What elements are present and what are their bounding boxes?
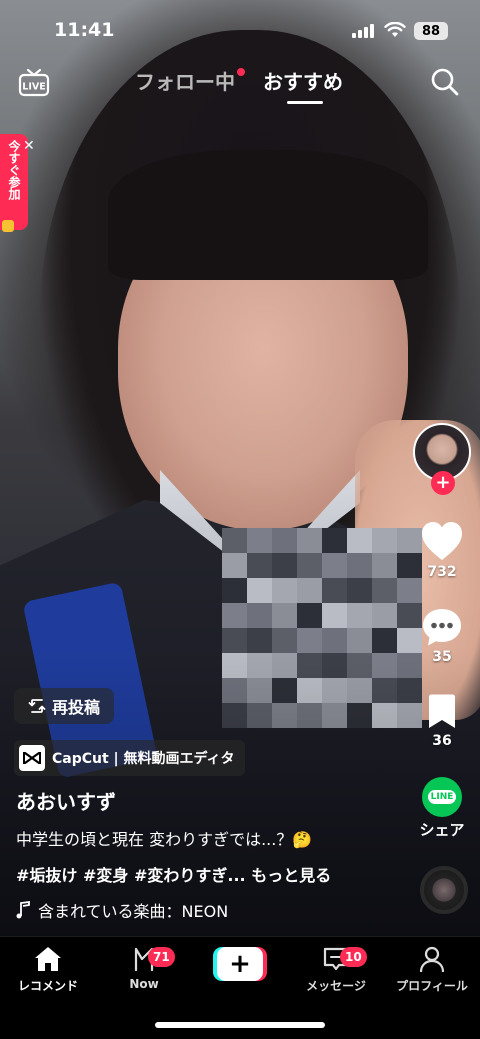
nav-home[interactable]: レコメンド [0, 945, 96, 994]
mosaic-tile [372, 578, 397, 603]
heart-icon [422, 522, 462, 560]
hashtags-line: #垢抜け #変身 #変わりすぎ... もっと見る [16, 862, 331, 886]
mosaic-tile [322, 553, 347, 578]
mosaic-tile [272, 553, 297, 578]
mosaic-tile [222, 603, 247, 628]
see-more-link[interactable]: もっと見る [251, 866, 331, 885]
mosaic-tile [397, 578, 422, 603]
plus-icon: + [217, 947, 263, 981]
tab-for-you[interactable]: おすすめ [263, 66, 343, 95]
like-button[interactable]: 732 [412, 520, 472, 580]
status-bar: 11:41 88 [0, 0, 480, 60]
comment-button[interactable]: 35 [412, 607, 472, 665]
repost-icon [28, 699, 46, 713]
battery-icon: 88 [414, 22, 448, 40]
nav-now[interactable]: Now 71 [96, 945, 192, 991]
mosaic-tile [297, 528, 322, 553]
share-line-button[interactable]: LINE [422, 777, 462, 817]
close-icon[interactable]: ✕ [23, 138, 35, 154]
cellular-signal-icon [352, 24, 374, 38]
nav-profile[interactable]: プロフィール [384, 945, 480, 994]
music-info[interactable]: 含まれている楽曲：NEON [16, 898, 228, 922]
mosaic-tile [222, 578, 247, 603]
mosaic-tile [247, 528, 272, 553]
mosaic-tile [272, 528, 297, 553]
now-badge: 71 [148, 947, 175, 967]
save-count: 36 [432, 733, 452, 749]
mosaic-tile [222, 528, 247, 553]
hashtags[interactable]: #垢抜け #変身 #変わりすぎ... [16, 866, 246, 885]
mosaic-tile [372, 603, 397, 628]
bookmark-icon [429, 694, 455, 728]
capcut-icon [19, 745, 45, 771]
music-disc-icon[interactable] [420, 866, 468, 914]
comment-icon [423, 609, 461, 646]
mosaic-tile [322, 528, 347, 553]
mosaic-tile [272, 603, 297, 628]
mosaic-tile [297, 553, 322, 578]
repost-label: 再投稿 [52, 698, 101, 717]
live-icon-text: LIVE [22, 82, 45, 93]
mosaic-tile [347, 578, 372, 603]
search-icon[interactable] [430, 67, 460, 97]
active-tab-indicator [287, 101, 323, 104]
mosaic-tile [222, 553, 247, 578]
mosaic-tile [322, 578, 347, 603]
mosaic-tile [347, 528, 372, 553]
live-icon[interactable]: LIVE [18, 66, 50, 98]
following-notification-dot [237, 68, 245, 76]
music-label: 含まれている楽曲：NEON [38, 902, 229, 921]
follow-plus-button[interactable]: + [431, 471, 455, 495]
gift-icon [2, 220, 14, 232]
capcut-label: CapCut | 無料動画エディタ [52, 751, 235, 767]
mosaic-tile [347, 553, 372, 578]
wifi-icon [384, 22, 406, 37]
caption-text: 中学生の頃と現在 変わりすぎでは...？🤔 [16, 830, 313, 849]
video-bangs-region [108, 150, 428, 280]
nav-profile-label: プロフィール [396, 979, 468, 993]
mosaic-tile [247, 553, 272, 578]
tab-following[interactable]: フォロー中 [135, 66, 235, 95]
music-note-icon [16, 901, 30, 919]
save-button[interactable]: 36 [412, 693, 472, 749]
create-button[interactable]: + [213, 947, 267, 981]
mosaic-tile [272, 578, 297, 603]
mosaic-tile [247, 603, 272, 628]
nav-now-label: Now [129, 977, 159, 991]
line-app-icon: LINE [427, 790, 457, 804]
inbox-badge: 10 [340, 947, 367, 967]
home-indicator[interactable] [155, 1022, 325, 1028]
mosaic-tile [247, 578, 272, 603]
repost-button[interactable]: 再投稿 [14, 688, 115, 724]
nav-inbox[interactable]: メッセージ 10 [288, 945, 384, 994]
join-now-label: 今すぐ参加 [7, 140, 21, 200]
username[interactable]: あおいすず [16, 786, 116, 815]
profile-icon [419, 946, 445, 973]
mosaic-tile [297, 578, 322, 603]
nav-inbox-label: メッセージ [306, 979, 366, 993]
mosaic-tile [347, 603, 372, 628]
like-count: 732 [427, 564, 457, 580]
mosaic-tile [322, 603, 347, 628]
mosaic-tile [372, 528, 397, 553]
mosaic-tile [297, 603, 322, 628]
capcut-template-link[interactable]: CapCut | 無料動画エディタ [14, 740, 245, 776]
nav-home-label: レコメンド [17, 979, 78, 993]
share-label: シェア [419, 821, 465, 839]
mosaic-tile [372, 553, 397, 578]
home-icon [35, 947, 61, 971]
status-time: 11:41 [54, 19, 115, 41]
comment-count: 35 [432, 649, 452, 665]
